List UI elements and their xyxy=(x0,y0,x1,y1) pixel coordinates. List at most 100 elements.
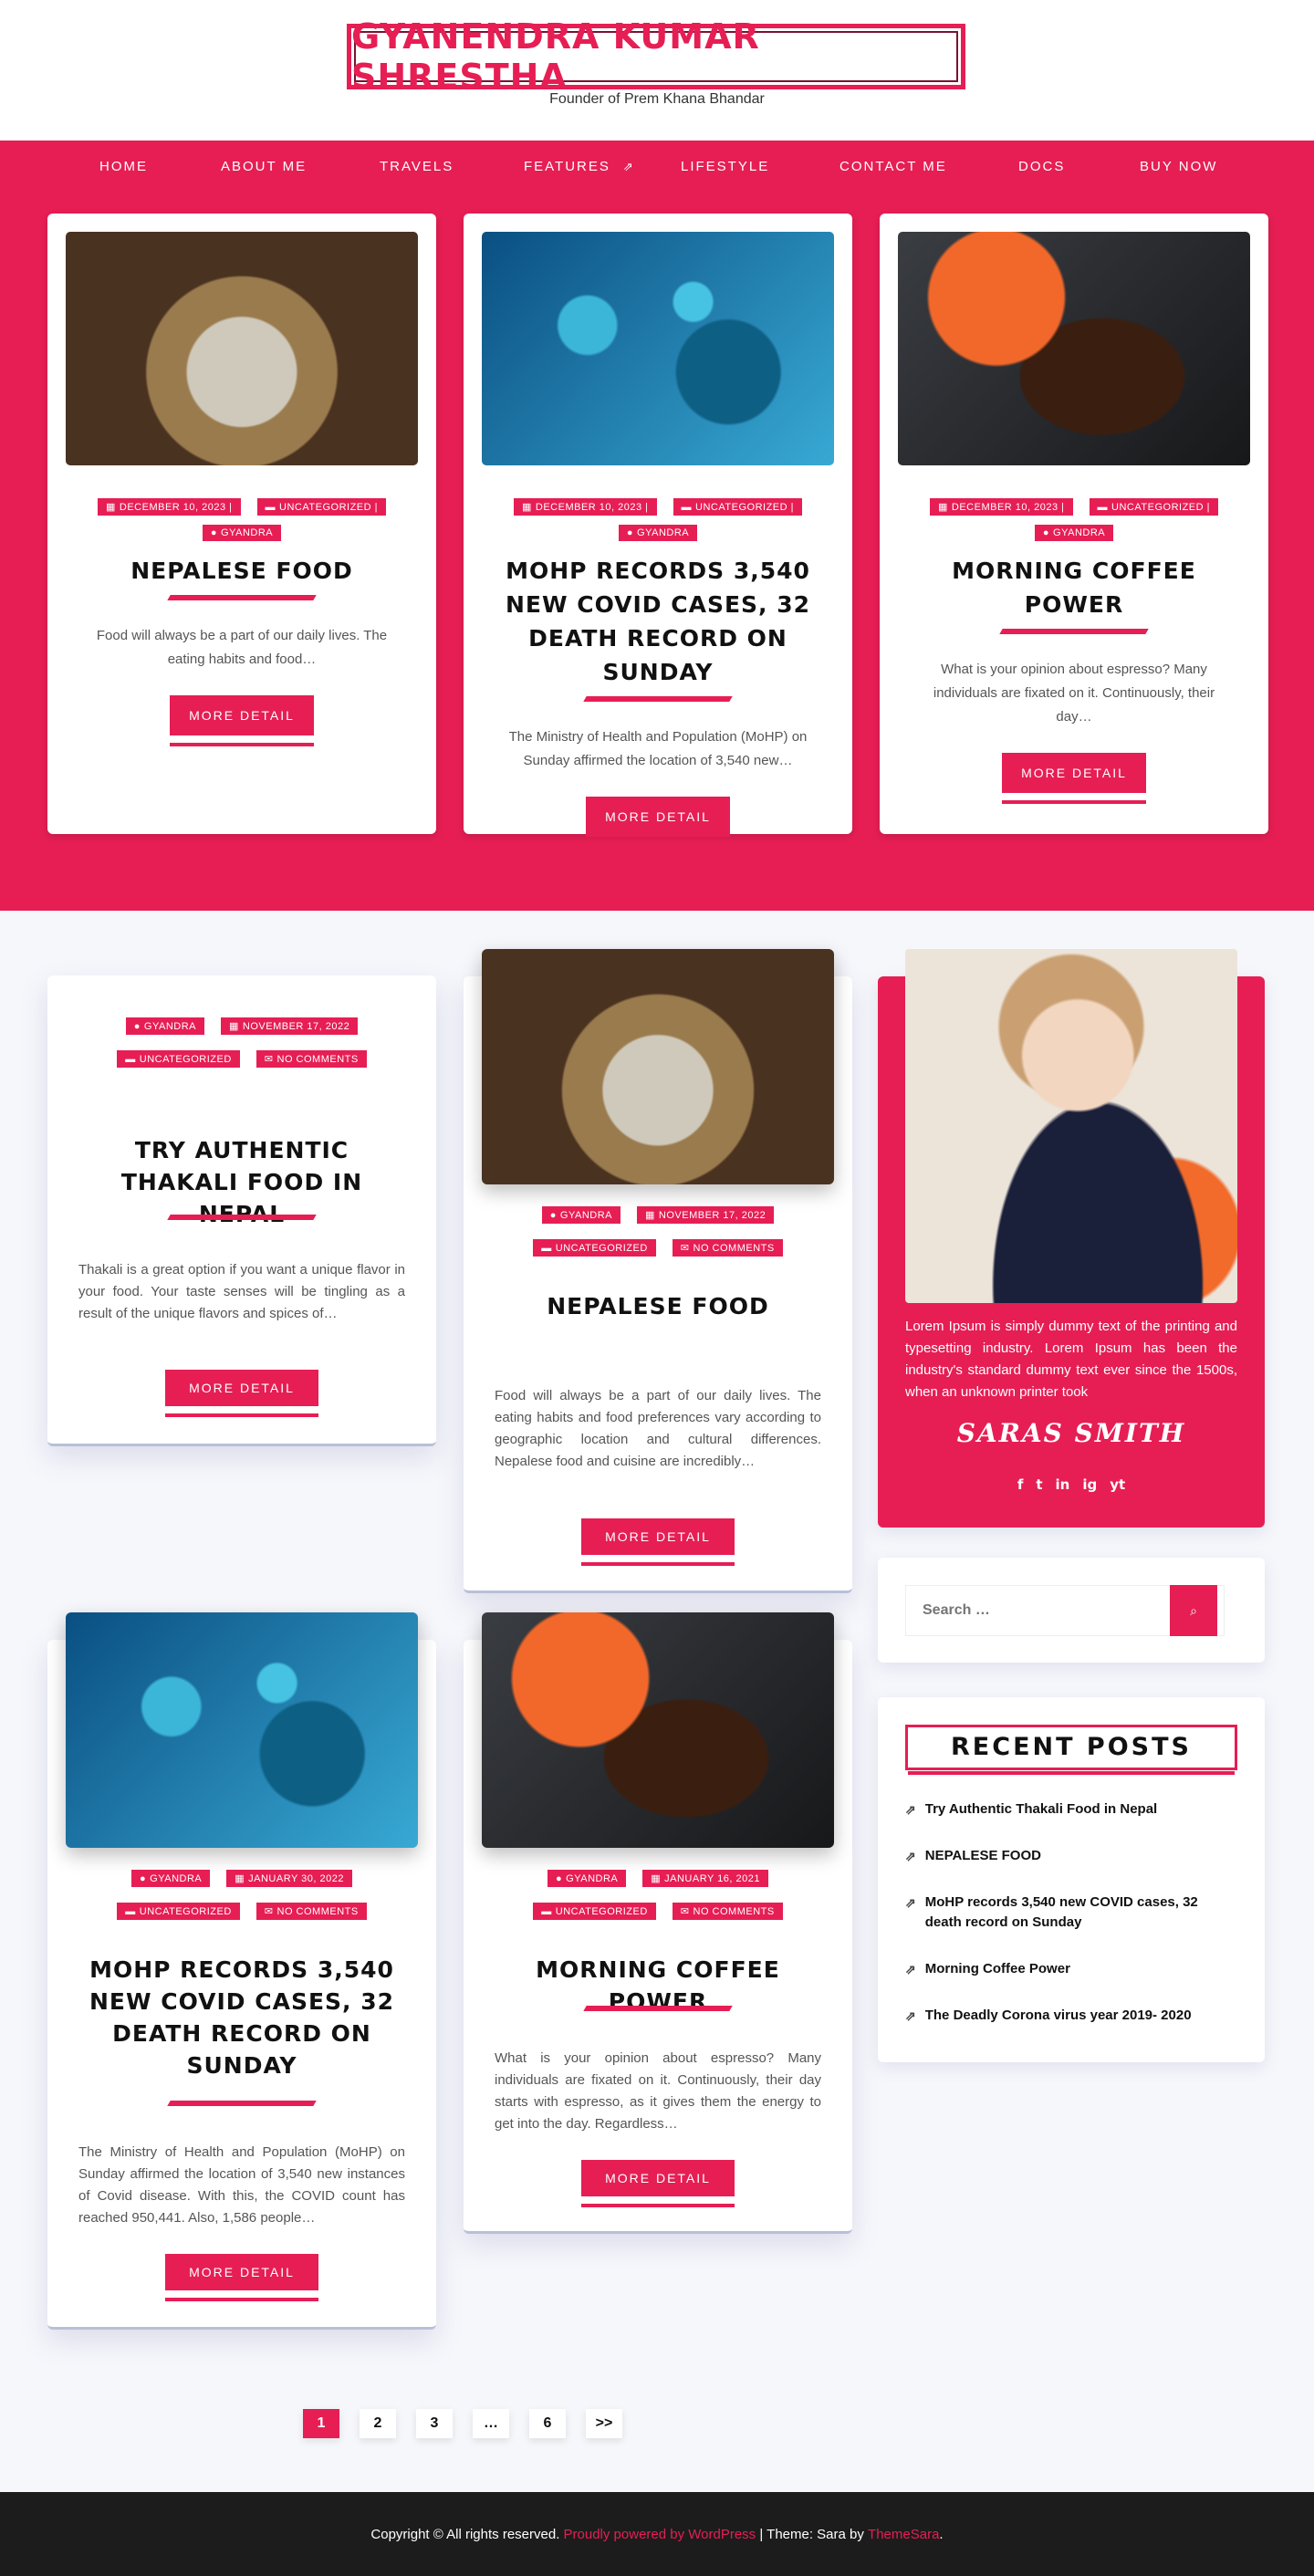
post-author[interactable]: ● GYANDRA xyxy=(548,1870,627,1887)
featured-image[interactable] xyxy=(898,232,1250,465)
recent-post-item[interactable]: ⇗ The Deadly Corona virus year 2019- 2020 xyxy=(905,2006,1237,2026)
post-meta: ● GYANDRA xyxy=(464,525,852,541)
post-author[interactable]: ● GYANDRA xyxy=(125,1017,204,1035)
calendar-icon: ▦ xyxy=(522,502,532,513)
more-detail-button[interactable]: MORE DETAIL xyxy=(170,695,314,746)
footer-theme-link[interactable]: ThemeSara xyxy=(868,2527,939,2542)
post-excerpt: The Ministry of Health and Population (M… xyxy=(508,729,808,768)
twitter-icon[interactable]: t xyxy=(1036,1476,1042,1493)
post-title[interactable]: NEPALESE FOOD xyxy=(491,1290,825,1322)
post-meta: ● GYANDRA xyxy=(880,525,1268,541)
post-author[interactable]: ● GYANDRA xyxy=(1034,525,1114,541)
nav-features[interactable]: FEATURES ⇗ xyxy=(524,159,635,174)
more-detail-button[interactable]: MORE DETAIL xyxy=(581,1518,735,1566)
youtube-icon[interactable]: yt xyxy=(1110,1476,1125,1493)
more-detail-button[interactable]: MORE DETAIL xyxy=(165,2254,318,2301)
post-author[interactable]: ● GYANDRA xyxy=(202,525,282,541)
post-date[interactable]: ▦ JANUARY 30, 2022 xyxy=(226,1870,352,1887)
next-page-button[interactable]: >> xyxy=(586,2409,622,2438)
post-comments[interactable]: ✉ NO COMMENTS xyxy=(256,1903,367,1920)
post-comments[interactable]: ✉ NO COMMENTS xyxy=(672,1239,783,1257)
more-detail-button[interactable]: MORE DETAIL xyxy=(1002,753,1146,804)
site-logo[interactable]: GYANENDRA KUMAR SHRESTHA xyxy=(347,16,965,97)
comment-icon: ✉ xyxy=(680,1906,690,1917)
linkedin-icon[interactable]: in xyxy=(1056,1476,1070,1493)
post-title[interactable]: MORNING COFFEE POWER xyxy=(907,554,1241,621)
post-author[interactable]: ● GYANDRA xyxy=(618,525,698,541)
post-meta: ● GYANDRA ▦ JANUARY 30, 2022 xyxy=(47,1870,436,1887)
post-image[interactable] xyxy=(482,1612,834,1848)
post-date[interactable]: ▦ JANUARY 16, 2021 xyxy=(642,1870,768,1887)
recent-post-item[interactable]: ⇗ NEPALESE FOOD xyxy=(905,1846,1237,1866)
page-3-button[interactable]: 3 xyxy=(416,2409,453,2438)
page-2-button[interactable]: 2 xyxy=(360,2409,396,2438)
recent-posts-widget: RECENT POSTS ⇗ Try Authentic Thakali Food… xyxy=(878,1697,1265,2062)
featured-card: ▦ DECEMBER 10, 2023 | ▬ UNCATEGORIZED | ● G… xyxy=(47,214,436,834)
calendar-icon: ▦ xyxy=(229,1021,239,1032)
recent-post-item[interactable]: ⇗ Morning Coffee Power xyxy=(905,1959,1237,1979)
post-date[interactable]: ▦ NOVEMBER 17, 2022 xyxy=(221,1017,359,1035)
page-1-button[interactable]: 1 xyxy=(303,2409,339,2438)
submenu-icon[interactable]: ⇗ xyxy=(623,160,635,174)
post-category[interactable]: ▬ UNCATEGORIZED | xyxy=(256,498,386,516)
share-icon: ⇗ xyxy=(905,1802,916,1817)
post-title[interactable]: MOHP RECORDS 3,540 NEW COVID CASES, 32 D… xyxy=(491,554,825,689)
recent-posts-title: RECENT POSTS xyxy=(905,1725,1237,1775)
post-date[interactable]: ▦ DECEMBER 10, 2023 | xyxy=(930,498,1073,516)
post-category[interactable]: ▬ UNCATEGORIZED xyxy=(533,1239,656,1257)
post-meta: ▬ UNCATEGORIZED ✉ NO COMMENTS xyxy=(464,1239,852,1257)
post-category[interactable]: ▬ UNCATEGORIZED xyxy=(533,1903,656,1920)
post-category[interactable]: ▬ UNCATEGORIZED | xyxy=(1089,498,1218,516)
footer-suffix: . xyxy=(939,2526,944,2542)
more-detail-button[interactable]: MORE DETAIL xyxy=(586,797,730,848)
more-detail-button[interactable]: MORE DETAIL xyxy=(165,1370,318,1417)
nav-about[interactable]: ABOUT ME xyxy=(221,159,307,174)
post-date[interactable]: ▦ DECEMBER 10, 2023 | xyxy=(514,498,657,516)
post-date[interactable]: ▦ DECEMBER 10, 2023 | xyxy=(98,498,241,516)
share-icon: ⇗ xyxy=(905,1962,916,1976)
post-comments[interactable]: ✉ NO COMMENTS xyxy=(672,1903,783,1920)
nav-contact[interactable]: CONTACT ME xyxy=(840,159,947,174)
more-detail-button[interactable]: MORE DETAIL xyxy=(581,2160,735,2207)
search-button[interactable]: ⌕ xyxy=(1170,1585,1217,1636)
featured-image[interactable] xyxy=(66,232,418,465)
post-image[interactable] xyxy=(66,1612,418,1848)
calendar-icon: ▦ xyxy=(106,502,116,513)
facebook-icon[interactable]: f xyxy=(1017,1476,1024,1493)
nav-buy-now[interactable]: BUY NOW xyxy=(1140,159,1217,174)
post-category[interactable]: ▬ UNCATEGORIZED xyxy=(117,1050,240,1068)
post-author[interactable]: ● GYANDRA xyxy=(541,1206,620,1224)
share-icon: ⇗ xyxy=(905,1895,916,1910)
post-author[interactable]: ● GYANDRA xyxy=(131,1870,211,1887)
post-comments[interactable]: ✉ NO COMMENTS xyxy=(256,1050,367,1068)
user-icon: ● xyxy=(133,1020,141,1032)
nav-docs[interactable]: DOCS xyxy=(1018,159,1065,174)
post-date[interactable]: ▦ NOVEMBER 17, 2022 xyxy=(637,1206,775,1224)
page-6-button[interactable]: 6 xyxy=(529,2409,566,2438)
instagram-icon[interactable]: ig xyxy=(1082,1476,1097,1493)
site-title[interactable]: GYANENDRA KUMAR SHRESTHA xyxy=(351,16,961,97)
recent-post-item[interactable]: ⇗ MoHP records 3,540 new COVID cases, 32 … xyxy=(905,1893,1237,1933)
post-category[interactable]: ▬ UNCATEGORIZED xyxy=(117,1903,240,1920)
recent-post-item[interactable]: ⇗ Try Authentic Thakali Food in Nepal xyxy=(905,1799,1237,1820)
post-category[interactable]: ▬ UNCATEGORIZED | xyxy=(673,498,802,516)
post-meta: ▬ UNCATEGORIZED ✉ NO COMMENTS xyxy=(47,1903,436,1920)
folder-icon: ▬ xyxy=(541,1905,552,1917)
post-title[interactable]: NEPALESE FOOD xyxy=(75,554,409,588)
post-excerpt: What is your opinion about espresso? Man… xyxy=(933,662,1215,725)
post-excerpt: Thakali is a great option if you want a … xyxy=(78,1262,405,1321)
user-icon: ● xyxy=(140,1872,147,1884)
post-meta: ● GYANDRA ▦ NOVEMBER 17, 2022 xyxy=(47,1017,436,1035)
site-footer: Copyright © All rights reserved. Proudly… xyxy=(0,2492,1314,2576)
nav-lifestyle[interactable]: LIFESTYLE xyxy=(681,159,769,174)
title-divider xyxy=(167,595,317,600)
featured-image[interactable] xyxy=(482,232,834,465)
search-widget: ⌕ xyxy=(878,1558,1265,1663)
author-widget: Lorem Ipsum is simply dummy text of the … xyxy=(878,949,1265,1528)
nav-travels[interactable]: TRAVELS xyxy=(380,159,454,174)
post-image[interactable] xyxy=(482,949,834,1184)
main-nav: HOME ABOUT ME TRAVELS FEATURES ⇗ LIFESTYL… xyxy=(0,141,1314,195)
post-title[interactable]: MOHP RECORDS 3,540 NEW COVID CASES, 32 D… xyxy=(75,1954,409,2081)
nav-home[interactable]: HOME xyxy=(99,159,148,174)
footer-wordpress-link[interactable]: Proudly powered by WordPress xyxy=(564,2527,756,2542)
